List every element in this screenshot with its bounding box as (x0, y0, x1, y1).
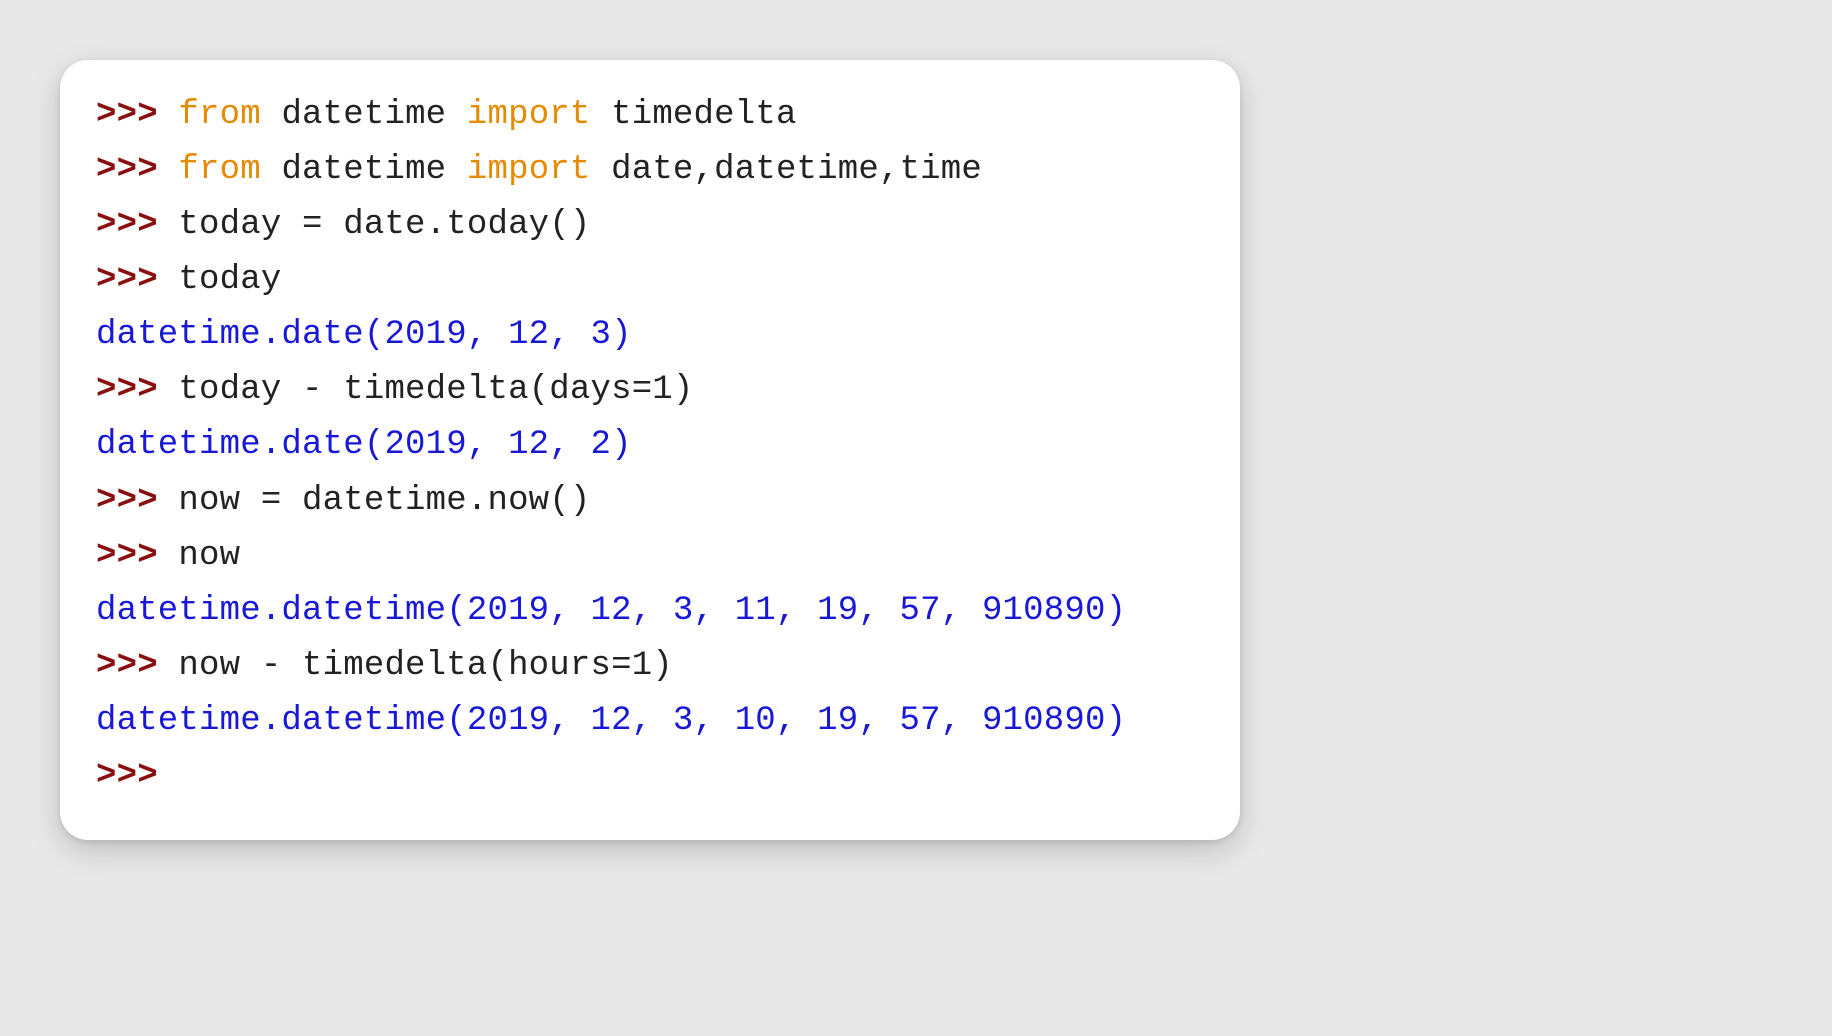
code-text: today = date.today() (178, 206, 590, 244)
output-text: datetime.datetime(2019, 12, 3, 11, 19, 5… (96, 592, 1126, 630)
code-text: today (178, 261, 281, 299)
repl-prompt: >>> (96, 647, 178, 685)
code-card: >>> from datetime import timedelta >>> f… (60, 60, 1240, 840)
output-text: datetime.date(2019, 12, 2) (96, 426, 632, 464)
repl-prompt: >>> (96, 261, 178, 299)
code-text: now - timedelta(hours=1) (178, 647, 672, 685)
keyword-import: import (467, 151, 591, 189)
repl-prompt: >>> (96, 96, 178, 134)
code-text: now (178, 537, 240, 575)
code-line: >>> (96, 749, 1204, 804)
code-line: >>> now = datetime.now() (96, 474, 1204, 529)
code-text: now = datetime.now() (178, 482, 590, 520)
code-line: >>> today - timedelta(days=1) (96, 363, 1204, 418)
code-line: >>> now (96, 529, 1204, 584)
keyword-import: import (467, 96, 591, 134)
code-line: >>> now - timedelta(hours=1) (96, 639, 1204, 694)
code-line: >>> today = date.today() (96, 198, 1204, 253)
code-line: >>> today (96, 253, 1204, 308)
keyword-from: from (178, 96, 260, 134)
code-text: date,datetime,time (591, 151, 982, 189)
code-text: today - timedelta(days=1) (178, 371, 693, 409)
repl-prompt: >>> (96, 482, 178, 520)
code-text: datetime (261, 96, 467, 134)
code-line: >>> from datetime import timedelta (96, 88, 1204, 143)
repl-prompt: >>> (96, 151, 178, 189)
repl-prompt: >>> (96, 371, 178, 409)
output-line: datetime.date(2019, 12, 3) (96, 308, 1204, 363)
code-line: >>> from datetime import date,datetime,t… (96, 143, 1204, 198)
code-text: datetime (261, 151, 467, 189)
keyword-from: from (178, 151, 260, 189)
output-text: datetime.datetime(2019, 12, 3, 10, 19, 5… (96, 702, 1126, 740)
repl-prompt: >>> (96, 206, 178, 244)
repl-prompt: >>> (96, 537, 178, 575)
output-line: datetime.date(2019, 12, 2) (96, 418, 1204, 473)
output-text: datetime.date(2019, 12, 3) (96, 316, 632, 354)
output-line: datetime.datetime(2019, 12, 3, 10, 19, 5… (96, 694, 1204, 749)
code-text: timedelta (591, 96, 797, 134)
output-line: datetime.datetime(2019, 12, 3, 11, 19, 5… (96, 584, 1204, 639)
repl-prompt-empty: >>> (96, 757, 158, 795)
